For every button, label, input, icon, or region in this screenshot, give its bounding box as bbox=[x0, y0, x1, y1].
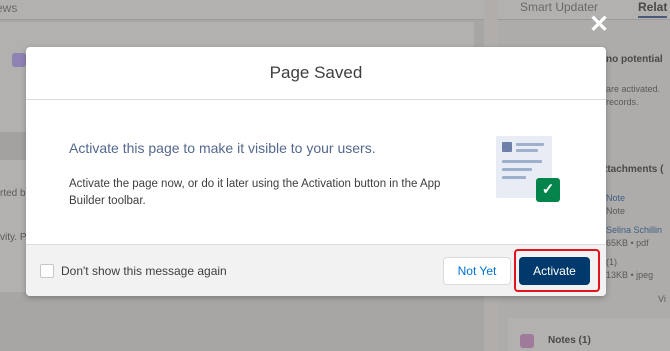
right-tab-bar: Smart Updater Relat bbox=[498, 0, 670, 20]
view-all-link[interactable]: Vi bbox=[658, 294, 666, 304]
modal-body: Activate this page to make it visible to… bbox=[26, 100, 606, 243]
attachment-link[interactable]: (1) bbox=[606, 257, 617, 267]
tab-smart-updater[interactable]: Smart Updater bbox=[520, 0, 598, 14]
attachments-heading: ttachments ( bbox=[604, 164, 664, 175]
attachment-meta: 65KB • pdf bbox=[606, 238, 649, 248]
activity-snippet: rted b bbox=[0, 188, 26, 199]
attachment-link[interactable]: Selina Schillin bbox=[606, 225, 662, 235]
activate-button[interactable]: Activate bbox=[519, 257, 590, 285]
notes-icon bbox=[520, 334, 534, 348]
modal-title: Page Saved bbox=[269, 63, 363, 82]
modal-headline: Activate this page to make it visible to… bbox=[69, 140, 376, 156]
calendar-icon bbox=[12, 53, 26, 67]
tab-news: ews bbox=[0, 1, 18, 15]
activity-snippet: vity. P bbox=[0, 232, 27, 243]
main-tab-bar: ews bbox=[0, 0, 484, 20]
check-icon: ✓ bbox=[536, 178, 560, 202]
modal-description: Activate the page now, or do it later us… bbox=[69, 178, 441, 207]
modal-header: Page Saved bbox=[26, 47, 606, 100]
not-yet-button[interactable]: Not Yet bbox=[443, 257, 511, 285]
dont-show-again-checkbox[interactable] bbox=[40, 264, 54, 278]
tab-related[interactable]: Relat bbox=[638, 0, 668, 18]
potential-heading: no potential bbox=[606, 54, 663, 65]
page-saved-modal: Page Saved Activate this page to make it… bbox=[26, 47, 606, 296]
dont-show-again-label[interactable]: Don't show this message again bbox=[61, 264, 227, 278]
records-text: records. bbox=[606, 97, 639, 107]
attachment-meta: 13KB • jpeg bbox=[606, 270, 654, 280]
activated-text: are activated. bbox=[606, 84, 661, 94]
close-icon[interactable]: ✕ bbox=[588, 13, 610, 37]
attachment-type: Note bbox=[606, 206, 626, 216]
notes-heading: Notes (1) bbox=[548, 335, 591, 346]
modal-footer: Don't show this message again Not Yet Ac… bbox=[26, 244, 606, 296]
page-activated-illustration: ✓ bbox=[496, 136, 560, 206]
attachment-link[interactable]: Note bbox=[606, 193, 625, 203]
